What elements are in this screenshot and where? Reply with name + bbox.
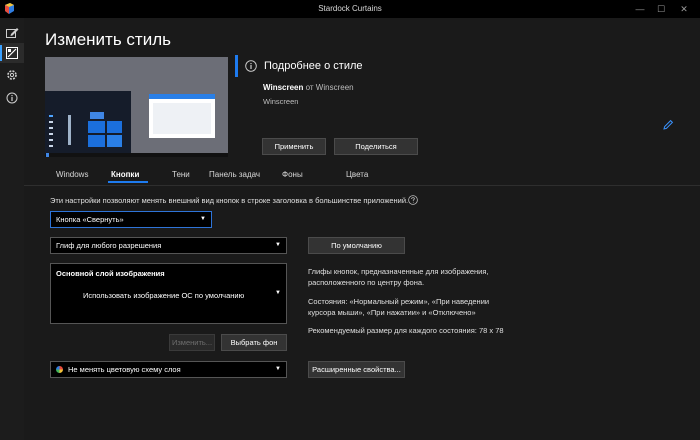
- help-icon[interactable]: [408, 195, 418, 205]
- tab-buttons[interactable]: Кнопки: [111, 170, 139, 179]
- style-name: Winscreen: [263, 83, 304, 92]
- dropdown-arrow-icon: ▼: [200, 216, 206, 222]
- style-author-prefix: от: [305, 83, 314, 92]
- layer-value: Использовать изображение ОС по умолчанию: [83, 291, 245, 300]
- color-scheme-select[interactable]: Не менять цветовую схему слоя ▼: [50, 361, 287, 378]
- settings-gear-icon: [7, 70, 17, 80]
- style-subtitle: Winscreen: [263, 97, 299, 106]
- dropdown-arrow-icon: ▼: [275, 366, 281, 372]
- edit-style-icon: [5, 28, 18, 38]
- window-title: Stardock Curtains: [318, 4, 382, 13]
- glyph-mode-value: Глиф для любого разрешения: [56, 241, 162, 250]
- style-gallery-icon: [6, 47, 18, 59]
- tab-backgrounds[interactable]: Фоны: [282, 170, 303, 179]
- style-author: Winscreen: [315, 83, 354, 92]
- active-tab-indicator: [108, 181, 148, 183]
- close-button[interactable]: ✕: [674, 2, 694, 16]
- sidebar-item-styles[interactable]: [0, 43, 24, 63]
- info-line-1: Глифы кнопок, предназначенные для изобра…: [308, 267, 489, 276]
- dropdown-arrow-icon: ▼: [275, 242, 281, 248]
- button-type-select[interactable]: Кнопка «Свернуть» ▼: [50, 211, 212, 228]
- glyph-mode-select[interactable]: Глиф для любого разрешения ▼: [50, 237, 287, 254]
- sidebar-item-about[interactable]: [0, 88, 24, 108]
- style-info-header: Подробнее о стиле: [264, 60, 363, 72]
- share-button[interactable]: Поделиться: [334, 138, 418, 155]
- sidebar: [0, 18, 24, 440]
- advanced-properties-button[interactable]: Расширенные свойства...: [308, 361, 405, 378]
- page-title: Изменить стиль: [45, 30, 171, 49]
- info-line-4: курсора мыши», «При нажатии» и «Отключен…: [308, 308, 476, 317]
- info-circle-icon: [245, 60, 257, 72]
- tab-windows[interactable]: Windows: [56, 170, 88, 179]
- image-layer-list[interactable]: Основной слой изображения Использовать и…: [50, 263, 287, 324]
- color-scheme-value: Не менять цветовую схему слоя: [68, 365, 181, 374]
- sidebar-item-edit[interactable]: [0, 23, 24, 43]
- button-type-value: Кнопка «Свернуть»: [56, 215, 124, 224]
- info-line-3: Состояния: «Нормальный режим», «При наве…: [308, 297, 490, 306]
- color-wheel-icon: [56, 366, 63, 373]
- tab-shadows[interactable]: Тени: [172, 170, 190, 179]
- layer-title: Основной слой изображения: [56, 269, 165, 278]
- info-line-2: расположенного по центру фона.: [308, 278, 425, 287]
- title-bar: Stardock Curtains — ☐ ✕: [0, 0, 700, 18]
- edit-pencil-icon[interactable]: [662, 119, 674, 131]
- default-button[interactable]: По умолчанию: [308, 237, 405, 254]
- tab-divider: [24, 185, 700, 186]
- style-name-line: Winscreen от Winscreen: [263, 83, 354, 92]
- choose-background-button[interactable]: Выбрать фон: [221, 334, 287, 351]
- dropdown-arrow-icon[interactable]: ▼: [275, 290, 281, 296]
- style-preview-image: [45, 57, 228, 157]
- tab-description: Эти настройки позволяют менять внешний в…: [50, 196, 409, 205]
- tab-taskbar[interactable]: Панель задач: [209, 170, 260, 179]
- tab-colors[interactable]: Цвета: [346, 170, 368, 179]
- minimize-button[interactable]: —: [630, 2, 650, 16]
- sidebar-item-settings[interactable]: [0, 65, 24, 85]
- change-button[interactable]: Изменить...: [169, 334, 215, 351]
- apply-button[interactable]: Применить: [262, 138, 326, 155]
- main-panel: Изменить стиль Подробнее о стиле Winscre…: [24, 18, 700, 440]
- preview-desktop: [45, 57, 228, 157]
- info-icon: [6, 92, 18, 104]
- info-accent-bar: [235, 55, 238, 77]
- maximize-button[interactable]: ☐: [651, 2, 671, 16]
- info-line-5: Рекомендуемый размер для каждого состоян…: [308, 326, 504, 335]
